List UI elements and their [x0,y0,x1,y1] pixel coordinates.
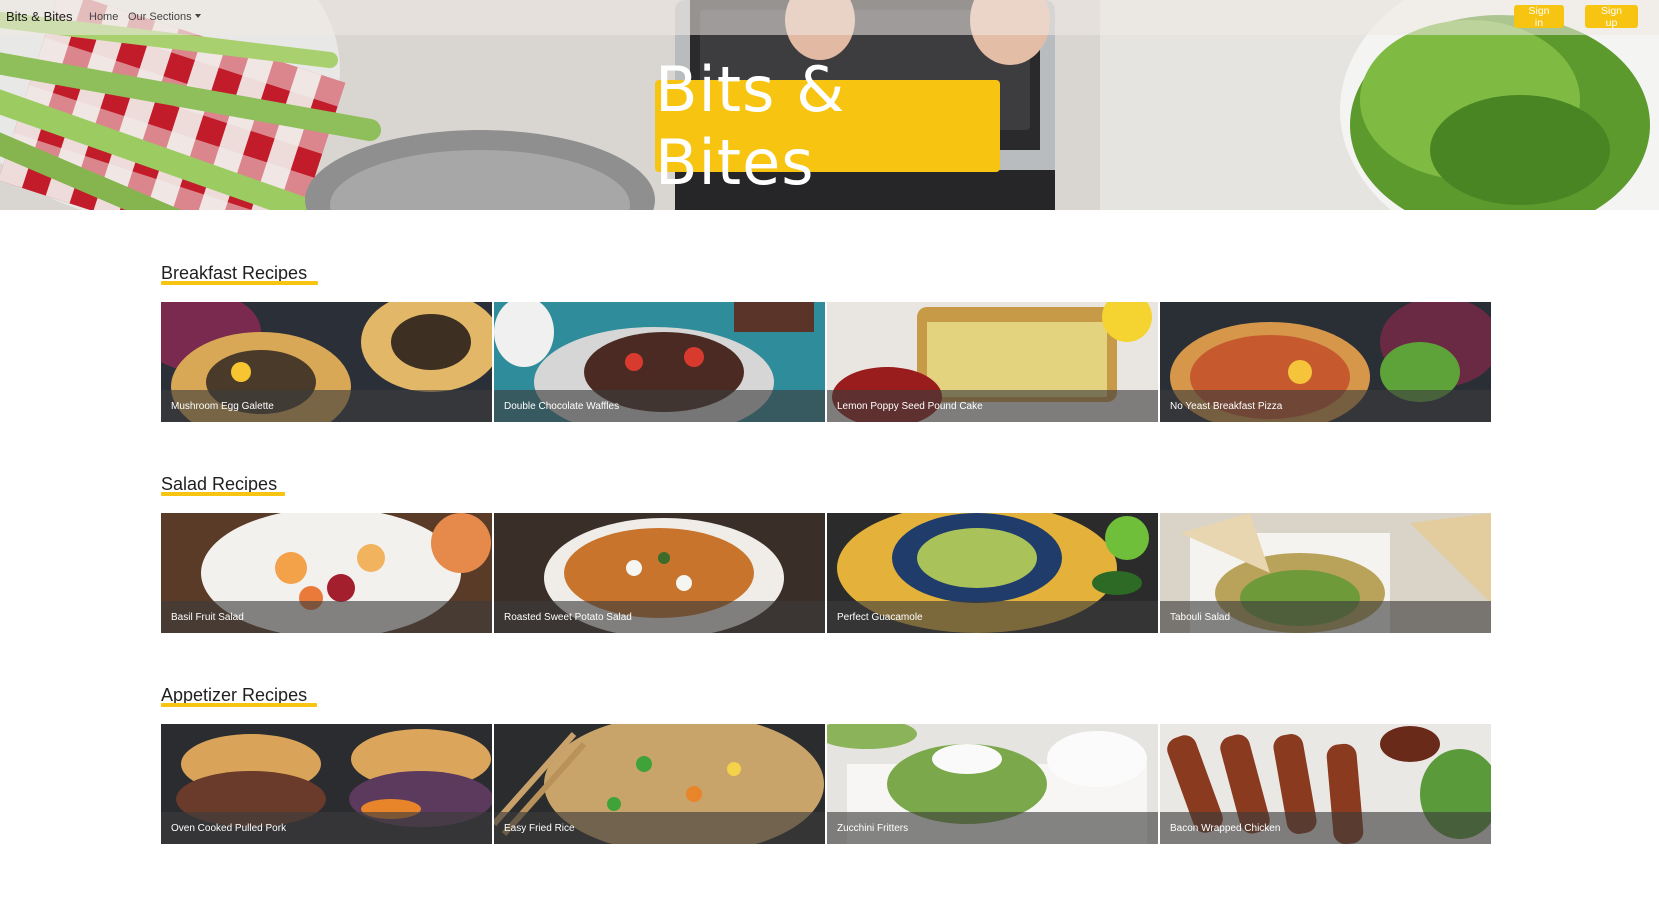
recipe-card[interactable]: Zucchini Fritters [827,724,1158,844]
recipe-card[interactable]: Roasted Sweet Potato Salad [494,513,825,633]
recipe-title: Perfect Guacamole [837,612,923,623]
brand-link[interactable]: Bits & Bites [6,9,72,24]
recipe-card[interactable]: Perfect Guacamole [827,513,1158,633]
section-underline [161,281,318,285]
recipe-card[interactable]: Bacon Wrapped Chicken [1160,724,1491,844]
caret-down-icon [194,14,201,18]
recipe-card[interactable]: Basil Fruit Salad [161,513,492,633]
recipe-title: Double Chocolate Waffles [504,401,620,412]
recipe-card[interactable]: Lemon Poppy Seed Pound Cake [827,302,1158,422]
section-underline [161,492,285,496]
recipe-card[interactable]: Tabouli Salad [1160,513,1491,633]
sign-up-button[interactable]: Sign up [1585,5,1638,29]
recipe-title: Bacon Wrapped Chicken [1170,823,1281,834]
top-navbar: Bits & Bites Home Our Sections Sign in S… [0,0,1659,35]
nav-home-link[interactable]: Home [89,11,118,23]
recipe-title: Lemon Poppy Seed Pound Cake [837,401,983,412]
recipe-title: Oven Cooked Pulled Pork [171,823,287,834]
recipe-title: Zucchini Fritters [837,823,909,834]
hero-title: Bits & Bites [655,53,846,199]
recipe-card[interactable]: Double Chocolate Waffles [494,302,825,422]
hero-title-box: Bits & Bites [655,53,1000,199]
recipe-card[interactable]: Mushroom Egg Galette [161,302,492,422]
recipe-card[interactable]: No Yeast Breakfast Pizza [1160,302,1491,422]
recipe-title: Mushroom Egg Galette [171,401,274,412]
section-underline [161,703,317,707]
nav-sections-label: Our Sections [128,11,192,23]
recipe-card[interactable]: Easy Fried Rice [494,724,825,844]
recipe-card[interactable]: Oven Cooked Pulled Pork [161,724,492,844]
recipe-title: Roasted Sweet Potato Salad [504,612,632,623]
recipe-title: Tabouli Salad [1170,612,1231,623]
recipe-title: Easy Fried Rice [504,823,575,834]
recipe-title: Basil Fruit Salad [171,612,244,623]
sign-in-button[interactable]: Sign in [1514,5,1564,29]
nav-sections-dropdown[interactable]: Our Sections [128,11,201,23]
recipe-title: No Yeast Breakfast Pizza [1170,401,1283,412]
